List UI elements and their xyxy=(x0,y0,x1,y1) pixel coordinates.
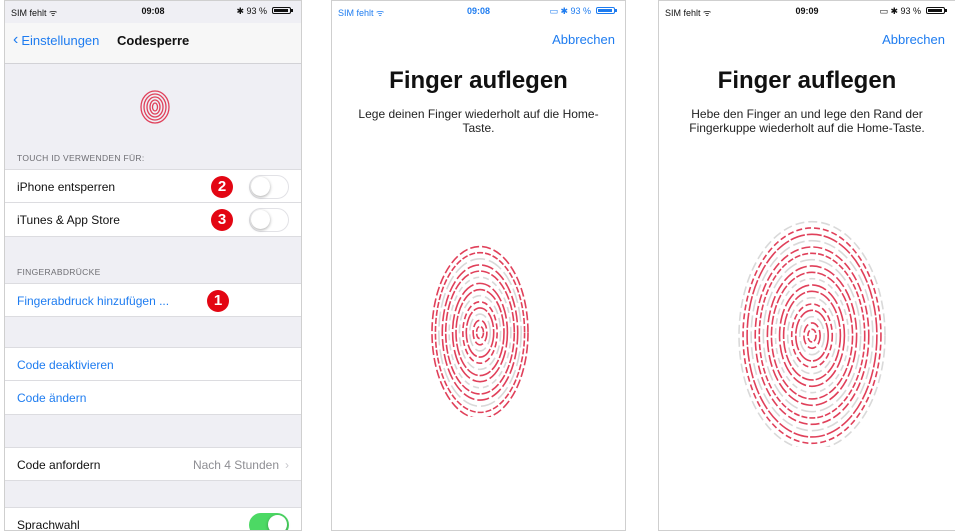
settings-screen: SIM fehlt ᯤ 09:08 ✱ 93 % ‹ Einstellungen… xyxy=(4,0,302,531)
row-label: Code anfordern xyxy=(17,458,101,472)
fingerprint-ridge xyxy=(790,303,834,369)
battery-icon xyxy=(926,7,945,14)
section-header-fingerprints: FINGERABDRÜCKE xyxy=(17,267,101,277)
fingerprint-ridge xyxy=(746,233,878,438)
fingerprint-ridge xyxy=(754,246,870,426)
page-title: Codesperre xyxy=(117,33,190,48)
fingerprint-ridge xyxy=(441,264,519,401)
fingerprint-icon xyxy=(738,220,886,447)
fingerprint-ridge xyxy=(475,325,485,340)
voice-dial-toggle[interactable] xyxy=(249,513,289,530)
back-label: Einstellungen xyxy=(21,32,100,48)
code-change-row[interactable]: Code ändern xyxy=(5,381,301,415)
page-title: Finger auflegen xyxy=(717,67,897,94)
page-title: Finger auflegen xyxy=(389,67,568,94)
row-label: Sprachwahl xyxy=(17,518,80,531)
code-deactivate-row[interactable]: Code deaktivieren xyxy=(5,347,301,381)
callout-badge: 1 xyxy=(207,290,229,312)
status-bar: SIM fehlt ᯤ 09:08 ✱ 93 % xyxy=(5,1,301,21)
fingerprint-icon xyxy=(140,90,170,124)
code-deactivate-link[interactable]: Code deaktivieren xyxy=(17,358,114,372)
fingerprint-setup-screen: SIM fehlt ᯤ 09:08 ▭ ✱ 93 % Abbrechen Fin… xyxy=(331,0,626,531)
fingerprint-ridge xyxy=(750,239,874,432)
row-itunes-appstore: iTunes & App Store 3 xyxy=(5,203,301,237)
fingerprint-ridge xyxy=(448,276,512,389)
battery-label: ✱ 93 % xyxy=(236,6,267,16)
fingerprint-ridge xyxy=(738,220,886,447)
fingerprint-ridge xyxy=(451,282,509,383)
back-button[interactable]: ‹ Einstellungen xyxy=(13,32,99,48)
row-label: iTunes & App Store xyxy=(17,213,120,227)
status-bar: SIM fehlt ᯤ 09:08 ▭ ✱ 93 % xyxy=(332,1,625,21)
callout-badge: 3 xyxy=(211,209,233,231)
add-fingerprint-link[interactable]: Fingerabdruck hinzufügen ... xyxy=(17,294,169,308)
chevron-right-icon: › xyxy=(285,458,289,472)
battery-cap xyxy=(291,9,293,12)
battery-cap xyxy=(615,9,617,12)
fingerprint-ridge xyxy=(778,284,846,388)
add-fingerprint-row[interactable]: Fingerabdruck hinzufügen ... 1 xyxy=(5,283,301,317)
fingerprint-ridge xyxy=(803,322,821,350)
cancel-button[interactable]: Abbrechen xyxy=(882,32,945,47)
battery-icon xyxy=(596,7,615,14)
iphone-unlock-toggle[interactable] xyxy=(249,175,289,199)
chevron-left-icon: ‹ xyxy=(13,31,19,48)
battery-icon xyxy=(272,7,291,14)
instruction-text: Hebe den Finger an und lege den Rand der… xyxy=(689,107,925,135)
fingerprint-ridge xyxy=(766,265,858,407)
code-require-row[interactable]: Code anfordern Nach 4 Stunden › xyxy=(5,447,301,481)
itunes-appstore-toggle[interactable] xyxy=(249,208,289,232)
voice-dial-row: Sprachwahl xyxy=(5,507,301,531)
row-iphone-unlock: iPhone entsperren 2 xyxy=(5,169,301,203)
fingerprint-ridge xyxy=(762,258,862,413)
fingerprint-ridge xyxy=(807,328,817,343)
section-header-touchid: TOUCH ID VERWENDEN FÜR: xyxy=(17,153,145,163)
fingerprint-ridge xyxy=(794,309,830,362)
status-bar: SIM fehlt ᯤ 09:09 ▭ ✱ 93 % xyxy=(659,1,955,21)
code-require-value: Nach 4 Stunden › xyxy=(193,458,289,472)
fingerprint-icon xyxy=(431,245,529,417)
code-change-link[interactable]: Code ändern xyxy=(17,391,86,405)
battery-label: ▭ ✱ 93 % xyxy=(549,6,591,16)
fingerprint-ridge xyxy=(786,296,838,375)
cancel-button[interactable]: Abbrechen xyxy=(552,32,615,47)
fingerprint-ridge xyxy=(774,277,850,394)
navigation-bar: ‹ Einstellungen Codesperre xyxy=(5,23,301,64)
battery-label: ▭ ✱ 93 % xyxy=(879,6,921,16)
fingerprint-ridge xyxy=(438,258,522,408)
row-label: iPhone entsperren xyxy=(17,180,116,194)
value-text: Nach 4 Stunden xyxy=(192,458,279,472)
fingerprint-ridge xyxy=(472,319,488,346)
fingerprint-edge-setup-screen: SIM fehlt ᯤ 09:09 ▭ ✱ 93 % Abbrechen Fin… xyxy=(658,0,955,531)
fingerprint-ridge xyxy=(462,301,498,365)
battery-cap xyxy=(945,9,947,12)
callout-badge: 2 xyxy=(211,176,233,198)
instruction-text: Lege deinen Finger wiederholt auf die Ho… xyxy=(358,107,599,135)
